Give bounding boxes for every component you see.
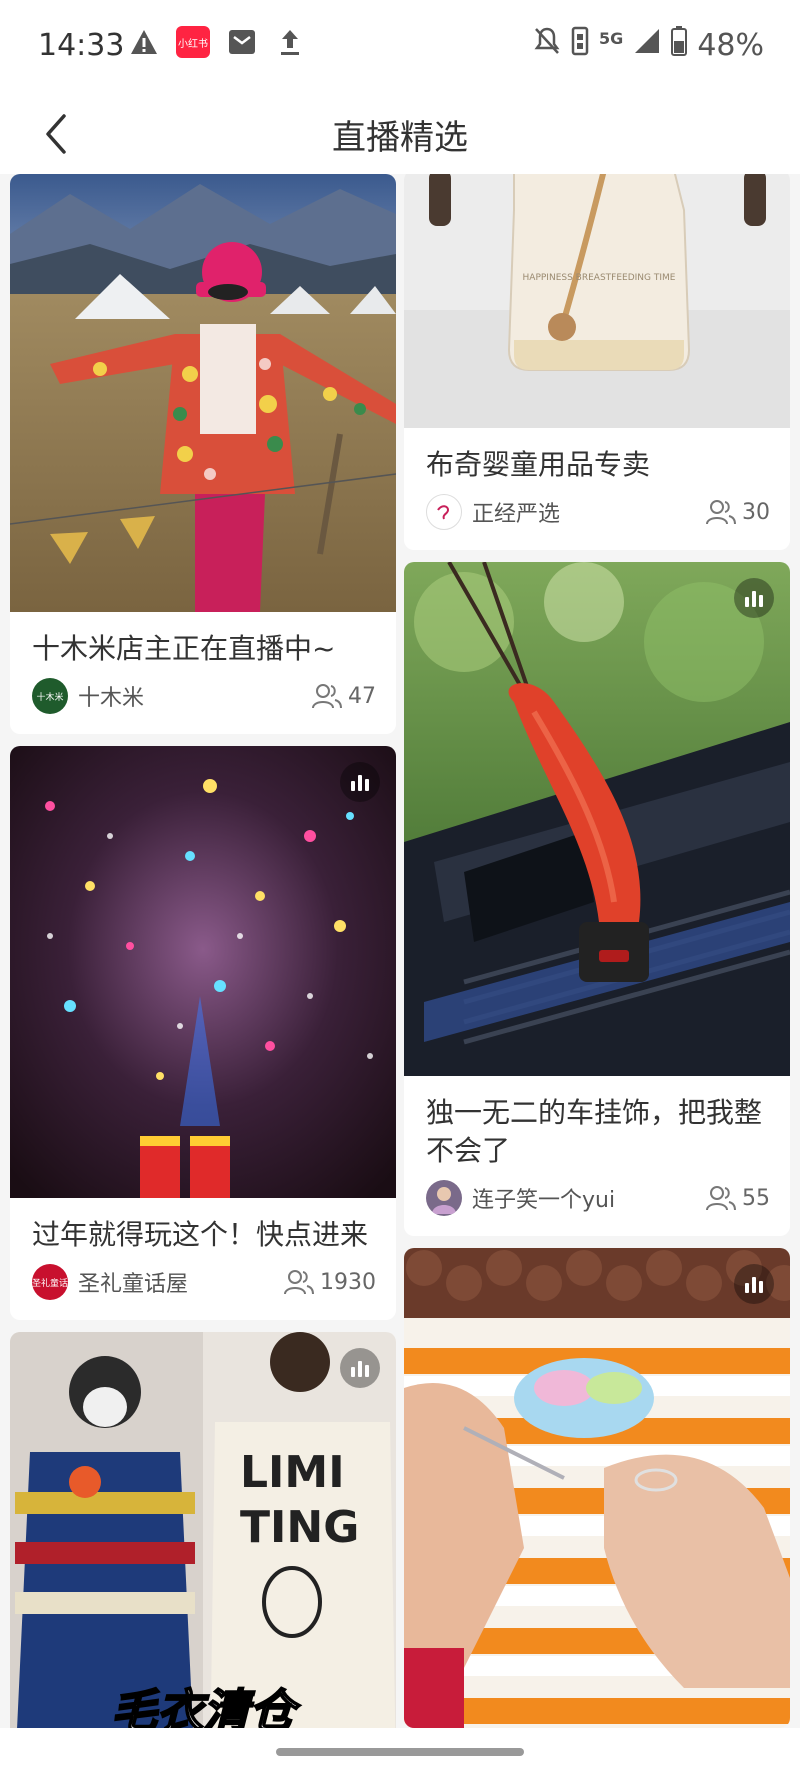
signal-icon xyxy=(633,27,661,63)
system-nav-bar xyxy=(0,1728,800,1778)
author-avatar[interactable]: 圣礼童话 xyxy=(32,1264,68,1300)
author-avatar[interactable] xyxy=(426,494,462,530)
live-cover-image xyxy=(404,1248,790,1728)
status-bar: 14:33 小红书 5G 48% xyxy=(0,0,800,92)
live-cover-image xyxy=(10,746,396,1198)
live-cover-image xyxy=(10,174,396,612)
gesture-handle[interactable] xyxy=(276,1748,524,1756)
upload-icon xyxy=(274,26,306,58)
live-card[interactable]: 十木米店主正在直播中~ 十木米 十木米 47 xyxy=(10,174,396,734)
feed-column-right: HAPPINESS BREASTFEEDING TIME 布奇婴童用品专卖 正经… xyxy=(404,174,790,1728)
live-feed[interactable]: 十木米店主正在直播中~ 十木米 十木米 47 过年就得玩这个！快点进来 圣礼童话… xyxy=(0,174,800,1728)
inbox-icon xyxy=(226,26,258,58)
mute-icon xyxy=(533,26,561,64)
author-name[interactable]: 正经严选 xyxy=(472,496,706,528)
author-avatar[interactable]: 十木米 xyxy=(32,678,68,714)
live-cover-image: HAPPINESS BREASTFEEDING TIME xyxy=(404,174,790,428)
viewers-icon xyxy=(284,1270,314,1295)
xiaohongshu-app-icon: 小红书 xyxy=(176,26,210,58)
page-title: 直播精选 xyxy=(332,118,468,158)
warning-icon xyxy=(128,26,160,58)
shirt-print-text: LIMI xyxy=(240,1447,345,1498)
top-bar: 直播精选 xyxy=(0,92,800,174)
viewer-count: 55 xyxy=(706,1185,770,1211)
live-card[interactable]: 独一无二的车挂饰，把我整不会了 连子笑一个yui 55 xyxy=(404,562,790,1236)
live-card[interactable] xyxy=(404,1248,790,1728)
live-cover-image: LIMI TING 毛衣清仓 xyxy=(10,1332,396,1728)
battery-icon xyxy=(671,26,688,64)
network-type: 5G xyxy=(599,28,624,48)
author-avatar[interactable] xyxy=(426,1180,462,1216)
cover-overlay-text: 毛衣清仓 xyxy=(111,1684,301,1728)
live-cover-image xyxy=(404,562,790,1076)
viewer-count: 1930 xyxy=(284,1269,376,1295)
viewers-icon xyxy=(706,500,736,525)
viewer-count: 47 xyxy=(312,683,376,709)
author-name[interactable]: 圣礼童话屋 xyxy=(78,1266,284,1298)
vibrate-icon xyxy=(571,26,589,64)
live-card-title: 十木米店主正在直播中~ xyxy=(32,632,336,665)
live-card-title: 独一无二的车挂饰，把我整不会了 xyxy=(426,1096,763,1167)
svg-text:TING: TING xyxy=(240,1502,359,1553)
battery-level: 48% xyxy=(697,27,764,63)
live-indicator-icon xyxy=(340,762,380,802)
live-card[interactable]: 过年就得玩这个！快点进来 圣礼童话 圣礼童话屋 1930 xyxy=(10,746,396,1320)
live-indicator-icon xyxy=(340,1348,380,1388)
status-time: 14:33 xyxy=(38,28,125,63)
viewer-count: 30 xyxy=(706,499,770,525)
live-indicator-icon xyxy=(734,578,774,618)
feed-column-left: 十木米店主正在直播中~ 十木米 十木米 47 过年就得玩这个！快点进来 圣礼童话… xyxy=(10,174,396,1728)
author-name[interactable]: 十木米 xyxy=(78,680,312,712)
live-card[interactable]: HAPPINESS BREASTFEEDING TIME 布奇婴童用品专卖 正经… xyxy=(404,174,790,550)
author-name[interactable]: 连子笑一个yui xyxy=(472,1182,706,1214)
live-card-title: 布奇婴童用品专卖 xyxy=(426,448,651,481)
viewers-icon xyxy=(706,1186,736,1211)
live-indicator-icon xyxy=(734,1264,774,1304)
viewers-icon xyxy=(312,684,342,709)
bottle-print-text: HAPPINESS BREASTFEEDING TIME xyxy=(523,273,676,283)
live-card[interactable]: LIMI TING 毛衣清仓 xyxy=(10,1332,396,1728)
live-card-title: 过年就得玩这个！快点进来 xyxy=(32,1218,369,1251)
